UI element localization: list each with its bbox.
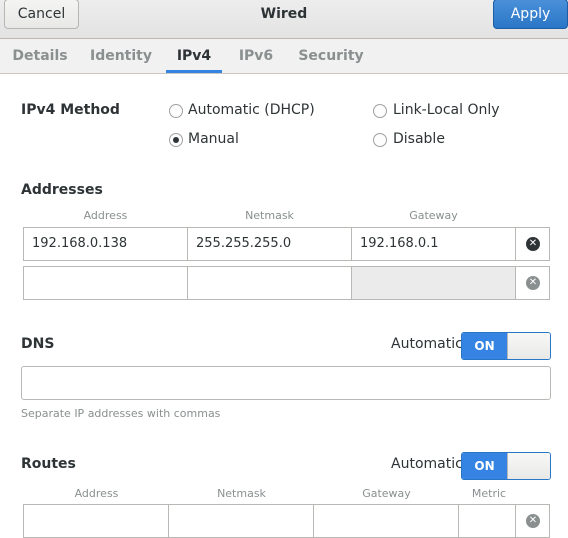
gateway-field[interactable]: 192.168.0.1 xyxy=(352,228,516,260)
window-title: Wired xyxy=(260,6,308,22)
route-gateway-field[interactable] xyxy=(314,505,459,537)
manual-label[interactable]: Manual xyxy=(188,131,239,147)
address-row: 192.168.0.138 255.255.255.0 192.168.0.1 … xyxy=(23,227,550,261)
address-field[interactable]: 192.168.0.138 xyxy=(24,228,188,260)
netmask-field[interactable]: 255.255.255.0 xyxy=(188,228,352,260)
radio-link-local-only[interactable] xyxy=(373,104,387,118)
ipv4-method-label: IPv4 Method xyxy=(21,102,120,118)
remove-empty-address-button[interactable]: ✕ xyxy=(526,276,540,290)
apply-button[interactable]: Apply xyxy=(493,0,568,29)
dns-hint: Separate IP addresses with commas xyxy=(21,407,221,420)
tab-ipv4[interactable]: IPv4 xyxy=(166,39,222,73)
tab-ipv6[interactable]: IPv6 xyxy=(228,39,284,73)
dns-input[interactable] xyxy=(21,366,551,400)
gateway-column-header: Gateway xyxy=(409,209,458,222)
remove-address-button[interactable]: ✕ xyxy=(526,237,540,251)
radio-disable[interactable] xyxy=(373,133,387,147)
address-field-empty[interactable] xyxy=(24,267,188,299)
gateway-field-empty xyxy=(352,267,516,299)
tab-bar: Details Identity IPv4 IPv6 Security xyxy=(0,39,568,74)
route-metric-field[interactable] xyxy=(459,505,516,537)
tab-details[interactable]: Details xyxy=(0,39,80,73)
dns-switch-knob[interactable] xyxy=(507,333,550,359)
routes-switch-on-label: ON xyxy=(462,453,507,479)
route-netmask-column-header: Netmask xyxy=(217,487,266,500)
remove-route-button[interactable]: ✕ xyxy=(526,514,540,528)
netmask-column-header: Netmask xyxy=(245,209,294,222)
routes-automatic-switch[interactable]: ON xyxy=(461,452,551,480)
addresses-heading: Addresses xyxy=(21,182,103,198)
tab-security[interactable]: Security xyxy=(292,39,370,73)
route-gateway-column-header: Gateway xyxy=(362,487,411,500)
netmask-field-empty[interactable] xyxy=(188,267,352,299)
route-address-field[interactable] xyxy=(24,505,169,537)
dns-automatic-switch[interactable]: ON xyxy=(461,332,551,360)
address-row-empty: ✕ xyxy=(23,266,550,300)
radio-manual[interactable] xyxy=(169,133,183,147)
route-metric-column-header: Metric xyxy=(471,487,507,500)
routes-heading: Routes xyxy=(21,456,76,472)
header-bar: Cancel Wired Apply xyxy=(0,0,568,39)
automatic-dhcp-label[interactable]: Automatic (DHCP) xyxy=(188,102,315,118)
route-row: ✕ xyxy=(23,504,550,538)
dns-heading: DNS xyxy=(21,336,55,352)
dns-automatic-label: Automatic xyxy=(391,336,463,352)
routes-automatic-label: Automatic xyxy=(391,456,463,472)
dns-switch-on-label: ON xyxy=(462,333,507,359)
disable-label[interactable]: Disable xyxy=(393,131,445,147)
link-local-only-label[interactable]: Link-Local Only xyxy=(393,102,500,118)
tab-identity[interactable]: Identity xyxy=(80,39,162,73)
routes-switch-knob[interactable] xyxy=(507,453,550,479)
route-address-column-header: Address xyxy=(74,487,119,500)
route-netmask-field[interactable] xyxy=(169,505,314,537)
radio-automatic-dhcp[interactable] xyxy=(169,104,183,118)
address-column-header: Address xyxy=(83,209,128,222)
